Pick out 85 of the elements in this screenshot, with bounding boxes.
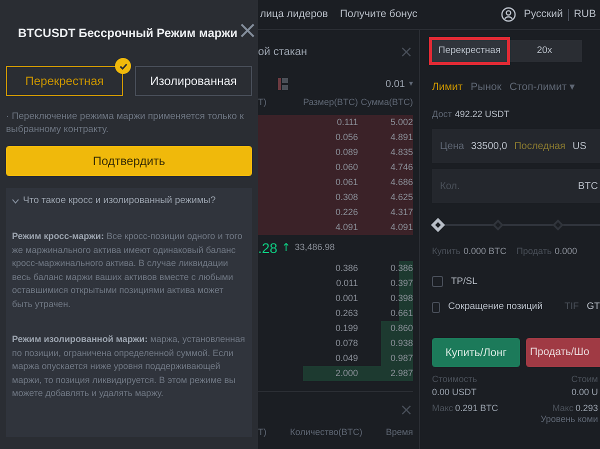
last-price: .28 xyxy=(258,238,278,258)
ask-total: 4.891 xyxy=(389,130,413,144)
ask-total: 4.686 xyxy=(389,176,413,189)
sell-short-button[interactable]: Продать/Шо xyxy=(526,338,600,368)
fee-level-text: Уровень коми xyxy=(540,414,598,426)
available-label: Дост xyxy=(432,108,452,121)
column-header: T) xyxy=(258,426,266,439)
user-icon[interactable] xyxy=(500,7,516,22)
bid-total: 0.386 xyxy=(389,262,413,275)
confirm-button[interactable]: Подтвердить xyxy=(6,146,252,176)
column-header: Количество(BTC) xyxy=(290,426,362,439)
order-type-tab[interactable]: Лимит xyxy=(432,80,463,96)
nav-link[interactable]: лица лидеров xyxy=(260,6,328,22)
checkbox-label: TP/SL xyxy=(451,274,478,289)
bid-size: 0.386 xyxy=(334,262,358,275)
language-link[interactable]: Русский xyxy=(524,6,563,22)
cost-value: 0.00 U xyxy=(571,386,598,398)
info-value: 0.000 BTC xyxy=(463,245,506,258)
bid-size: 0.078 xyxy=(334,336,358,350)
close-button[interactable]: × xyxy=(237,18,258,42)
check-icon xyxy=(115,58,131,74)
currency-link[interactable]: RUB xyxy=(574,6,596,22)
bid-size: 0.199 xyxy=(334,322,358,335)
mark-price: 33,486.98 xyxy=(294,241,335,254)
tif-value[interactable]: GT xyxy=(586,300,600,314)
field-value: 33500,0 xyxy=(471,140,508,154)
field-unit: US xyxy=(572,140,586,154)
column-header: Размер(BTC) xyxy=(302,96,358,110)
margin-mode-option[interactable]: Изолированная xyxy=(135,66,252,96)
caret-icon: ▾ xyxy=(408,78,413,90)
cost-value: 0.00 USDT xyxy=(432,386,478,398)
price-field[interactable]: Цена 33500,0 Последная US xyxy=(432,129,600,164)
ask-size: 4.091 xyxy=(334,220,358,234)
bid-total: 0.938 xyxy=(389,336,413,350)
checkbox[interactable] xyxy=(432,276,443,288)
bid-total: 0.398 xyxy=(389,292,413,305)
bid-size: 0.049 xyxy=(334,352,358,365)
slider-track[interactable] xyxy=(432,219,600,232)
ask-total: 4.746 xyxy=(389,160,413,174)
max-value: 0.293 xyxy=(575,402,598,414)
field-unit: BTC xyxy=(578,180,598,194)
note-text: · Переключение режима маржи применяется только к выбранному контракту. xyxy=(6,110,245,136)
ask-total: 5.002 xyxy=(389,116,413,129)
bid-size: 0.001 xyxy=(334,292,358,305)
nav-link[interactable]: Получите бонус xyxy=(340,6,418,22)
precision-select[interactable]: 0.01 ▾ xyxy=(386,76,413,92)
bid-total: 0.987 xyxy=(389,352,413,365)
ask-size: 0.060 xyxy=(334,160,358,174)
bid-total: 0.397 xyxy=(389,276,413,290)
dialog-title: BTCUSDT Бессрочный Режим маржи xyxy=(18,25,238,42)
margin-mode-tab[interactable]: 20x xyxy=(507,40,582,62)
ask-size: 0.308 xyxy=(334,190,358,204)
available-value: 492.22 USDT xyxy=(454,108,510,121)
ask-total: 4.835 xyxy=(389,146,413,159)
ask-total: 4.317 xyxy=(389,206,413,219)
margin-mode-tab[interactable]: Перекрестная xyxy=(432,40,507,62)
up-arrow-icon: ↑ xyxy=(281,240,291,256)
buy-long-button[interactable]: Купить/Лонг xyxy=(432,338,520,368)
bid-total: 0.661 xyxy=(389,306,413,320)
margin-mode-option[interactable]: Перекрестная xyxy=(6,66,123,96)
bid-total: 0.860 xyxy=(389,322,413,335)
ask-size: 0.089 xyxy=(334,146,358,159)
checkbox-label: Сокращение позиций xyxy=(448,300,543,314)
field-label: Цена xyxy=(440,140,464,154)
bid-size: 2.000 xyxy=(334,366,358,380)
column-header: T) xyxy=(258,96,268,110)
faq-paragraph: Режим изолированной маржи: маржа, установленная по позиции, ограничена определенной суммой. Если маржа опускается ниже уровня поддерживающей маржи, то позиция ликвидируется. В этом режиме вы можете добавлять и удалять маржу. xyxy=(12,333,246,400)
ask-total: 4.091 xyxy=(389,220,413,234)
faq-toggle[interactable]: Что такое кросс и изолированный режимы? xyxy=(12,194,246,208)
ask-size: 0.056 xyxy=(334,130,358,144)
ask-size: 0.226 xyxy=(334,206,358,219)
max-value: 0.291 BTC xyxy=(455,402,498,414)
column-header: Сумма(BTC) xyxy=(360,96,413,110)
bid-size: 0.011 xyxy=(335,276,358,290)
last-price-tag[interactable]: Последная xyxy=(514,138,566,154)
bid-total: 2.987 xyxy=(389,366,413,380)
ask-total: 4.625 xyxy=(389,190,413,204)
info-value: 0.000 xyxy=(554,245,578,258)
ask-size: 0.111 xyxy=(336,116,358,129)
panel-title: ой стакан xyxy=(258,44,308,60)
column-header: Время xyxy=(386,426,413,439)
ask-size: 0.061 xyxy=(334,176,358,189)
bid-size: 0.263 xyxy=(334,306,358,320)
checkbox[interactable] xyxy=(432,302,440,313)
faq-paragraph: Режим кросс-маржи: Все кросс-позиции одного и того же маржинального актива имеют одинаковый баланс кросс-маржинального актива. В случае ликвидации весь баланс маржи ваших активов вместе с любыми оставшимися открытыми позициями актива может быть утрачен. xyxy=(12,230,244,311)
